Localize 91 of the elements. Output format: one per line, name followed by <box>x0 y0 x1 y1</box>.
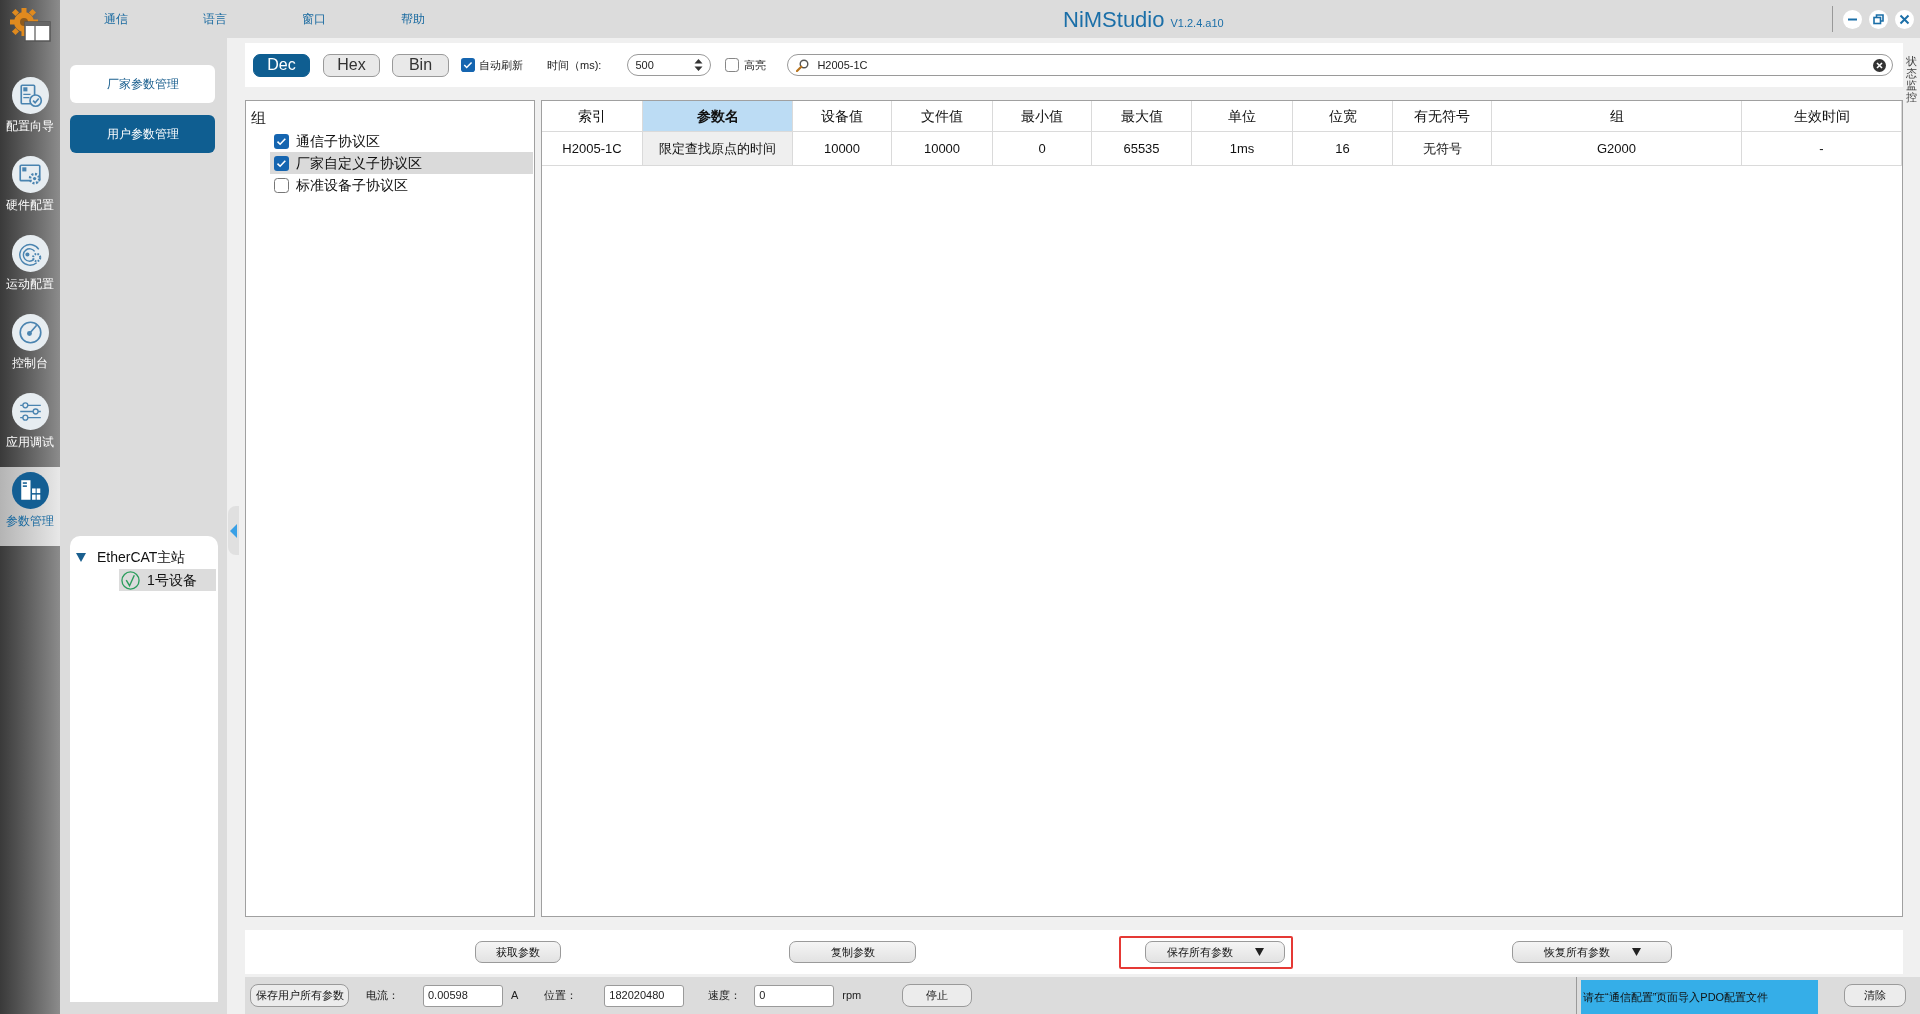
nav-item[interactable]: 运动配置 <box>0 230 60 309</box>
document-check-icon <box>11 77 49 114</box>
group-list-item[interactable]: 标准设备子协议区 <box>270 174 533 196</box>
menu-item[interactable]: 窗口 <box>297 10 330 28</box>
rings-gear-icon <box>11 235 49 272</box>
caret-down-icon <box>1254 948 1264 956</box>
checkbox-label: 高亮 <box>744 57 767 73</box>
interval-label: 时间（ms): <box>547 57 602 73</box>
table-cell: 限定查找原点的时间 <box>643 132 793 166</box>
readout-field[interactable]: 0.00598 <box>423 984 503 1007</box>
table-cell: 16 <box>1293 132 1393 166</box>
triangle-left-icon <box>230 523 237 538</box>
column-header[interactable]: 参数名 <box>643 101 793 132</box>
checkbox[interactable] <box>725 58 740 72</box>
nav-item[interactable]: 配置向导 <box>0 72 60 151</box>
column-header[interactable]: 最大值 <box>1092 101 1192 132</box>
table-cell: 无符号 <box>1393 132 1492 166</box>
tree-item[interactable]: EtherCAT主站 <box>75 545 216 569</box>
action-button[interactable]: 获取参数 <box>475 941 561 963</box>
clear-button[interactable]: 清除 <box>1844 984 1906 1007</box>
checkbox[interactable] <box>274 133 289 149</box>
unit-label: A <box>511 988 519 1004</box>
menu-item[interactable]: 通信 <box>99 10 132 28</box>
expand-triangle-icon[interactable] <box>76 552 86 562</box>
interval-spinbox[interactable]: 500 <box>627 54 712 76</box>
save-button[interactable]: 保存用户所有参数 <box>250 984 349 1007</box>
nav-item[interactable]: 控制台 <box>0 309 60 388</box>
readout-label: 位置： <box>544 988 578 1004</box>
dropdown-button[interactable]: 保存所有参数 <box>1145 941 1285 963</box>
column-header[interactable]: 文件值 <box>892 101 993 132</box>
stop-button[interactable]: 停止 <box>902 984 973 1007</box>
restore-icon[interactable] <box>1869 9 1888 29</box>
search-field[interactable]: H2005-1C <box>787 54 1893 76</box>
nav-item[interactable]: 参数管理 <box>0 467 60 546</box>
page-tab[interactable]: 厂家参数管理 <box>70 65 215 103</box>
group-list-item[interactable]: 通信子协议区 <box>270 130 533 152</box>
collapse-handle[interactable] <box>228 506 239 555</box>
column-header[interactable]: 索引 <box>542 101 643 132</box>
checkbox[interactable] <box>461 58 475 72</box>
tree-item[interactable]: 1号设备 <box>119 569 216 591</box>
menu-item[interactable]: 语言 <box>198 10 231 28</box>
format-button[interactable]: Bin <box>392 53 449 77</box>
table-cell: 10000 <box>793 132 892 166</box>
table-cell: 10000 <box>892 132 993 166</box>
column-header[interactable]: 位宽 <box>1293 101 1393 132</box>
status-message: 请在“通信配置”页面导入PDO配置文件 <box>1581 980 1818 1014</box>
format-button[interactable]: Dec <box>253 53 310 77</box>
column-header[interactable]: 组 <box>1492 101 1742 132</box>
unit-label: rpm <box>842 988 862 1004</box>
window-gear-icon <box>11 156 49 193</box>
table-cell: - <box>1742 132 1902 166</box>
column-header[interactable]: 单位 <box>1192 101 1293 132</box>
page-tab[interactable]: 用户参数管理 <box>70 115 215 153</box>
column-header[interactable]: 生效时间 <box>1742 101 1902 132</box>
readout-label: 速度： <box>708 988 742 1004</box>
app-title: NiMStudio <box>1063 5 1165 34</box>
readout-field[interactable]: 182020480 <box>604 984 685 1007</box>
minimize-icon[interactable] <box>1843 9 1862 29</box>
menu-item[interactable]: 帮助 <box>396 10 429 28</box>
panel-title: 组 <box>251 109 266 126</box>
checkbox[interactable] <box>274 155 289 171</box>
close-icon[interactable] <box>1895 9 1914 29</box>
group-list-item[interactable]: 厂家自定义子协议区 <box>270 152 533 174</box>
nav-item[interactable]: 硬件配置 <box>0 151 60 230</box>
table-cell: 65535 <box>1092 132 1192 166</box>
gauge-icon <box>11 314 49 351</box>
column-header[interactable]: 设备值 <box>793 101 892 132</box>
readout-field[interactable]: 0 <box>754 984 835 1007</box>
readout-label: 电流： <box>366 988 399 1004</box>
nav-item[interactable]: 应用调试 <box>0 388 60 467</box>
gear-window-icon <box>8 5 52 43</box>
side-panel-tab[interactable]: 状态监控 <box>1906 55 1917 104</box>
spin-arrows-icon[interactable] <box>694 58 704 72</box>
table-cell: 1ms <box>1192 132 1293 166</box>
table-cell: G2000 <box>1492 132 1742 166</box>
check-circle-icon <box>121 570 140 590</box>
table-cell: 0 <box>993 132 1092 166</box>
clear-icon[interactable] <box>1873 58 1886 72</box>
caret-down-icon <box>1631 948 1641 956</box>
checkbox[interactable] <box>274 177 289 193</box>
sliders-icon <box>11 393 49 430</box>
checkbox-label: 自动刷新 <box>479 57 523 73</box>
format-button[interactable]: Hex <box>323 53 380 77</box>
table-cell: H2005-1C <box>542 132 643 166</box>
grid-icon <box>11 472 49 509</box>
dropdown-button[interactable]: 恢复所有参数 <box>1512 941 1672 963</box>
action-button[interactable]: 复制参数 <box>789 941 916 963</box>
column-header[interactable]: 有无符号 <box>1393 101 1492 132</box>
column-header[interactable]: 最小值 <box>993 101 1092 132</box>
search-icon <box>796 58 810 72</box>
version-label: V1.2.4.a10 <box>1170 15 1224 31</box>
